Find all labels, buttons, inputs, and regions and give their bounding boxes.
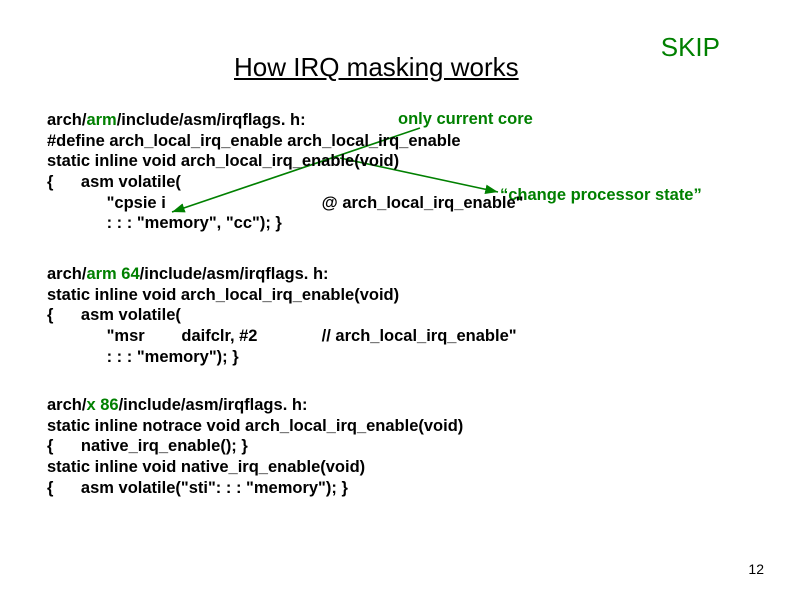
- code-line: { native_irq_enable(); }: [47, 436, 463, 457]
- slide-title: How IRQ masking works: [234, 52, 519, 83]
- arch-arm: arm: [86, 111, 116, 129]
- path-suffix: /include/asm/irqflags. h:: [140, 265, 329, 283]
- code-block-x86: arch/x 86/include/asm/irqflags. h: stati…: [47, 395, 463, 498]
- code-line: "msr daifclr, #2 // arch_local_irq_enabl…: [47, 326, 517, 347]
- path-prefix: arch/: [47, 111, 86, 129]
- code-line: static inline void arch_local_irq_enable…: [47, 285, 517, 306]
- code-line: static inline notrace void arch_local_ir…: [47, 416, 463, 437]
- path-suffix: /include/asm/irqflags. h:: [119, 396, 308, 414]
- skip-label: SKIP: [661, 32, 720, 63]
- path-prefix: arch/: [47, 396, 86, 414]
- code-line: static inline void arch_local_irq_enable…: [47, 151, 747, 172]
- code-line: { asm volatile("sti": : : "memory"); }: [47, 478, 463, 499]
- code-line: : : : "memory"); }: [47, 347, 517, 368]
- code-line: { asm volatile(: [47, 305, 517, 326]
- path-suffix: /include/asm/irqflags. h:: [117, 111, 306, 129]
- path-prefix: arch/: [47, 265, 86, 283]
- code-line: { asm volatile(: [47, 172, 747, 193]
- code-line: #define arch_local_irq_enable arch_local…: [47, 131, 747, 152]
- code-line: : : : "memory", "cc"); }: [47, 213, 747, 234]
- code-block-arm64: arch/arm 64/include/asm/irqflags. h: sta…: [47, 264, 517, 367]
- code-block-arm: arch/arm/include/asm/irqflags. h: #defin…: [47, 110, 747, 234]
- page-number: 12: [748, 561, 764, 577]
- arch-x86: x 86: [86, 396, 118, 414]
- code-line: "cpsie i @ arch_local_irq_enable": [47, 193, 747, 214]
- code-line: static inline void native_irq_enable(voi…: [47, 457, 463, 478]
- arch-arm64: arm 64: [86, 265, 139, 283]
